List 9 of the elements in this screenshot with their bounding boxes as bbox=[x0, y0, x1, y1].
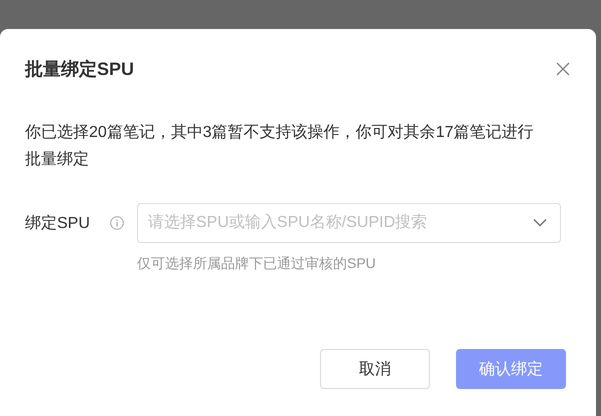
dialog-message: 你已选择20篇笔记，其中3篇暂不支持该操作，你可对其余17篇笔记进行批量绑定 bbox=[25, 122, 534, 170]
cancel-button[interactable]: 取消 bbox=[320, 349, 430, 389]
info-icon bbox=[110, 216, 124, 230]
spu-select-field[interactable]: 请选择SPU或输入SPU名称/SUPID搜索 bbox=[137, 203, 561, 243]
dialog-title: 批量绑定SPU bbox=[25, 58, 134, 81]
field-label: 绑定SPU bbox=[25, 214, 91, 234]
close-icon[interactable] bbox=[556, 62, 570, 76]
chevron-down-icon[interactable] bbox=[533, 218, 547, 227]
field-hint: 仅可选择所属品牌下已通过审核的SPU bbox=[137, 255, 377, 273]
